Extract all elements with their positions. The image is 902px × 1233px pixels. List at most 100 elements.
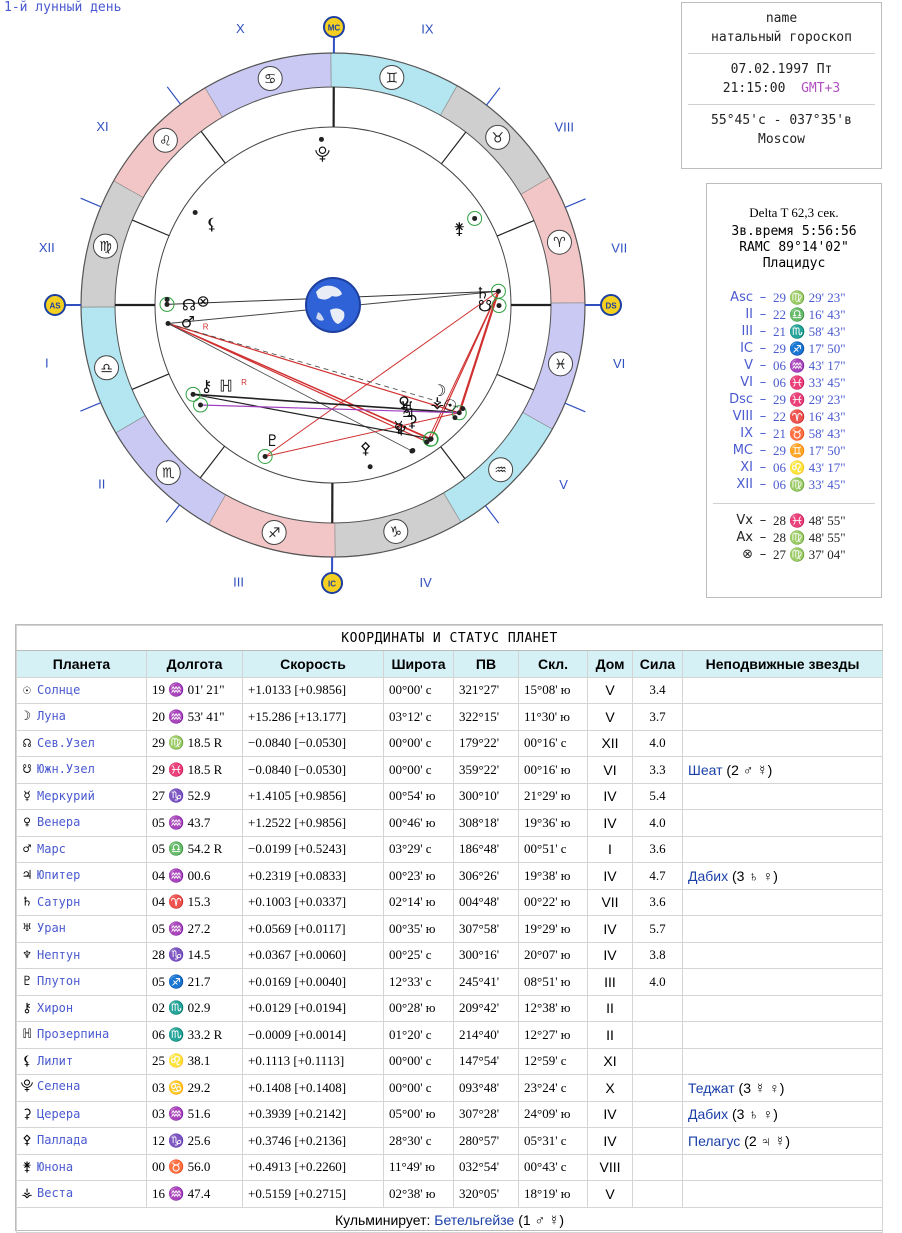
zodiac-sign-icon: ♍ [99, 239, 112, 255]
column-header: Дом [587, 650, 633, 678]
planet-name-cell: ♂ Марс [16, 835, 147, 863]
house-cell: II [587, 994, 633, 1022]
table-row: ♄ Сатурн 04 ♈ 15.3 +0.1003 [+0.0337] 02°14' … [16, 888, 884, 916]
planet-position-dot [165, 321, 171, 327]
cusp-row: VI –06 ♓ 33' 45" [707, 374, 881, 391]
longitude-cell: 16 ♒ 47.4 [146, 1180, 243, 1208]
declination-cell: 20°07' ю [518, 941, 588, 969]
right-ascension-cell: 322°15' [453, 703, 519, 731]
power-cell: 3.7 [632, 703, 683, 731]
power-cell: 5.4 [632, 782, 683, 810]
speed-cell: +0.0129 [+0.0194] [242, 994, 384, 1022]
cusp-label: VIII [732, 409, 753, 424]
house-cell: IV [587, 941, 633, 969]
fixed-star-cell [681, 1047, 884, 1075]
house-number: IX [421, 22, 434, 37]
right-ascension-cell: 147°54' [453, 1047, 519, 1075]
right-ascension-cell: 300°10' [453, 782, 519, 810]
fixed-star-cell [681, 809, 884, 837]
right-ascension-cell: 308°18' [453, 809, 519, 837]
planet-name-cell: ☽ Луна [16, 703, 147, 731]
cusp-row: Ax –28 ♍ 48' 55" [707, 529, 881, 546]
declination-cell: 11°30' ю [518, 703, 588, 731]
power-cell: 3.6 [632, 888, 683, 916]
cusp-row: IC –29 ♐ 17' 50" [707, 340, 881, 357]
longitude-cell: 06 ♏ 33.2 R [146, 1021, 243, 1049]
power-cell [632, 994, 683, 1022]
fixed-star-cell [681, 1021, 884, 1049]
house-cusp-tick [165, 504, 180, 523]
culminating-star-link[interactable]: Бетельгейзе [434, 1212, 514, 1228]
fixed-star-link[interactable]: Дабих [688, 1106, 728, 1122]
planet-glyph-icon: ⚵ [22, 1159, 32, 1175]
power-cell [632, 1127, 683, 1155]
table-row: ♇ Плутон 05 ♐ 21.7 +0.0169 [+0.0040] 12°33' … [16, 968, 884, 996]
speed-cell: +1.2522 [+0.9856] [242, 809, 384, 837]
fixed-star-cell: Дабих (3 ♄ ♀) [681, 1100, 884, 1128]
fixed-star-cell [681, 1180, 884, 1208]
cusp-label: Ax [736, 530, 753, 545]
planet-name-cell: ♇ Плутон [16, 968, 147, 996]
latitude-cell: 03°12' с [383, 703, 454, 731]
planet-position-dot [496, 303, 502, 309]
planet-name-cell: ♀ Венера [16, 809, 147, 837]
cusp-row: ⊗ –27 ♍ 37' 04" [707, 546, 881, 563]
fixed-star-link[interactable]: Дабих [688, 868, 728, 884]
earth-globe-icon [305, 277, 361, 333]
speed-cell: +0.1003 [+0.0337] [242, 888, 384, 916]
column-header: Широта [383, 650, 454, 678]
cusp-value: 28 ♍ 48' 55" [773, 530, 846, 545]
power-cell: 4.0 [632, 809, 683, 837]
planet-name: Юнона [37, 1159, 74, 1174]
planet-name-cell: ☋ Южн.Узел [16, 756, 147, 784]
speed-cell: +0.3746 [+0.2136] [242, 1127, 384, 1155]
longitude-cell: 03 ♋ 29.2 [146, 1074, 243, 1102]
latitude-cell: 00°00' с [383, 756, 454, 784]
cusp-label: Asc [730, 290, 753, 305]
declination-cell: 12°59' с [518, 1047, 588, 1075]
table-row: ♅ Уран 05 ♒ 27.2 +0.0569 [+0.0117] 00°35' ю3… [16, 915, 884, 943]
speed-cell: +1.0133 [+0.9856] [242, 676, 384, 704]
planet-glyph-icon: ⚶ [21, 1186, 33, 1202]
right-ascension-cell: 320°05' [453, 1180, 519, 1208]
right-ascension-cell: 300°16' [453, 941, 519, 969]
fixed-star-link[interactable]: Шеат [688, 762, 723, 778]
longitude-cell: 05 ♐ 21.7 [146, 968, 243, 996]
speed-cell: +0.0169 [+0.0040] [242, 968, 384, 996]
planet-name: Южн.Узел [37, 762, 95, 777]
chart-name: name [765, 11, 798, 26]
cusp-value: 29 ♊ 17' 50" [773, 443, 846, 458]
cusp-label: XI [740, 460, 753, 475]
house-number: IV [420, 575, 433, 590]
zodiac-sign-icon: ♉ [491, 130, 504, 146]
planet-name: Венера [37, 815, 81, 830]
culminating-star-row: Кульминирует: Бетельгейзе (1 ♂ ☿) [15, 1206, 884, 1233]
planet-glyph-icon: ♇ [23, 974, 31, 990]
fixed-star-link[interactable]: Теджат [688, 1080, 735, 1096]
planet-glyph-icon: ⚳ [406, 412, 418, 431]
cusp-list: Asc –29 ♍ 29' 23" II –22 ♎ 16' 43" III –21 ♏ … [707, 289, 881, 493]
planet-name: Паллада [37, 1133, 88, 1148]
declination-cell: 24°09' ю [518, 1100, 588, 1128]
column-header: Сила [632, 650, 683, 678]
house-cusp-tick [486, 87, 501, 106]
coordinates: 55°45'с - 037°35'в [711, 113, 852, 128]
longitude-cell: 02 ♏ 02.9 [146, 994, 243, 1022]
cusp-row: XII –06 ♍ 33' 45" [707, 476, 881, 493]
fixed-star-cell [681, 941, 884, 969]
latitude-cell: 02°14' ю [383, 888, 454, 916]
cusp-label: V [744, 358, 753, 373]
cusp-row: VIII –22 ♈ 16' 43" [707, 408, 881, 425]
table-row: ⚸ Лилит 25 ♌ 38.1 +0.1113 [+0.1113] 00°00' с… [16, 1047, 884, 1075]
latitude-cell: 00°23' ю [383, 862, 454, 890]
planet-position-dot [164, 297, 170, 303]
table-row: ☿ Меркурий 27 ♑ 52.9 +1.4105 [+0.9856] 00°54… [16, 782, 884, 810]
planet-name: Меркурий [37, 788, 95, 803]
longitude-cell: 05 ♒ 43.7 [146, 809, 243, 837]
fixed-star-rulers: (3 ♄ ♀) [728, 1106, 778, 1123]
fixed-star-link[interactable]: Пелагус [688, 1133, 740, 1149]
house-cell: IV [587, 809, 633, 837]
fixed-star-rulers: (3 ♄ ♀) [728, 867, 778, 884]
cusp-label: II [745, 307, 753, 322]
fixed-star-cell [681, 676, 884, 704]
